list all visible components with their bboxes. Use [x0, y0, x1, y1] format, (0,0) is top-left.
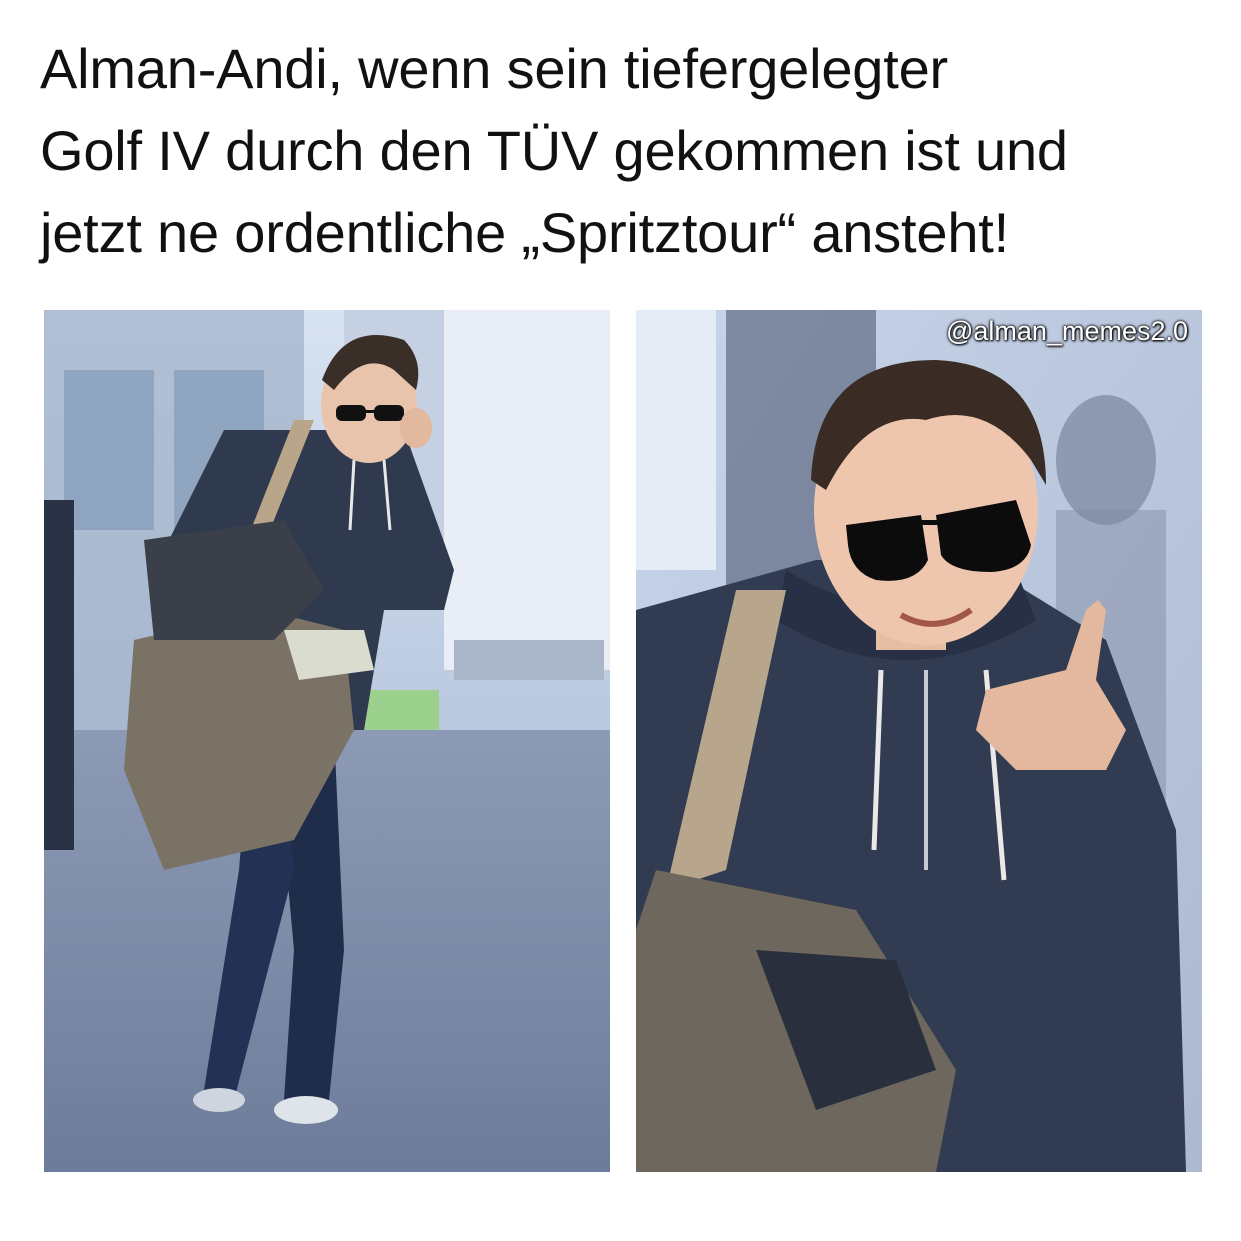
photo-right-illustration — [636, 310, 1202, 1172]
photo-left-illustration — [44, 310, 610, 1172]
photo-left-walking-man — [44, 310, 610, 1172]
meme-caption: Alman-Andi, wenn sein tiefergelegter Gol… — [40, 28, 1210, 274]
watermark-handle: @alman_memes2.0 — [945, 316, 1188, 346]
photo-right-pointing-man: @alman_memes2.0 — [636, 310, 1202, 1172]
caption-line-3: jetzt ne ordentliche „Spritztour“ ansteh… — [40, 201, 1009, 264]
caption-line-2: Golf IV durch den TÜV gekommen ist und — [40, 119, 1068, 182]
caption-line-1: Alman-Andi, wenn sein tiefergelegter — [40, 37, 948, 100]
